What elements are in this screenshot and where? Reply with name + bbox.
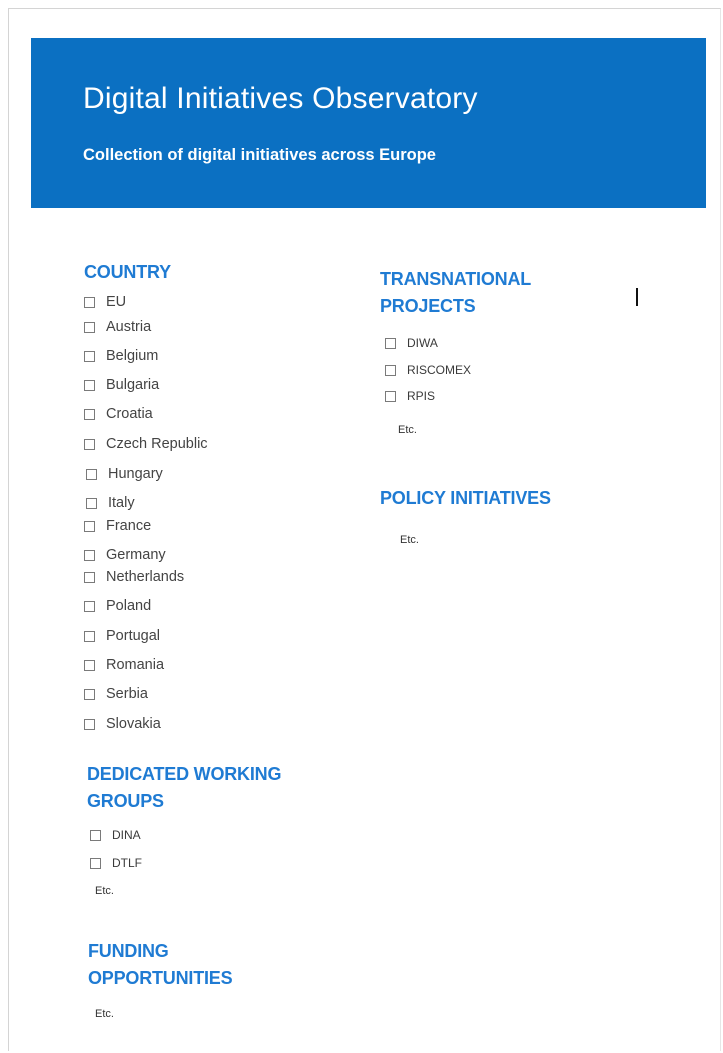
working-groups-etc: Etc. <box>95 885 114 897</box>
country-checkbox-czech-republic[interactable]: Czech Republic <box>84 435 208 453</box>
working-groups-heading-line2: GROUPS <box>87 791 164 811</box>
checkbox-label: RPIS <box>407 389 436 403</box>
checkbox-box[interactable] <box>385 364 396 376</box>
country-checkbox-france[interactable]: France <box>84 517 151 535</box>
checkbox-label: Slovakia <box>106 716 161 732</box>
funding-heading-line1: FUNDING <box>88 941 169 961</box>
header-banner: Digital Initiatives Observatory Collecti… <box>31 38 706 208</box>
checkbox-label: France <box>106 518 152 534</box>
country-checkbox-bulgaria[interactable]: Bulgaria <box>84 376 159 394</box>
checkbox-box[interactable] <box>84 571 95 583</box>
checkbox-label: DINA <box>112 828 141 842</box>
page-subtitle: Collection of digital initiatives across… <box>83 146 436 164</box>
funding-heading: FUNDING OPPORTUNITIES <box>88 938 233 992</box>
checkbox-box[interactable] <box>84 630 95 642</box>
checkbox-box[interactable] <box>90 829 101 841</box>
checkbox-box[interactable] <box>84 549 95 561</box>
checkbox-label: Italy <box>108 495 135 511</box>
checkbox-label: Austria <box>106 319 152 335</box>
working-groups-heading-line1: DEDICATED WORKING <box>87 764 282 784</box>
checkbox-label: EU <box>106 294 127 310</box>
checkbox-box[interactable] <box>385 390 396 402</box>
country-checkbox-eu[interactable]: EU <box>84 293 126 311</box>
checkbox-box[interactable] <box>84 296 95 308</box>
country-checkbox-croatia[interactable]: Croatia <box>84 405 153 423</box>
page-title: Digital Initiatives Observatory <box>83 82 478 115</box>
working-group-checkbox-dina[interactable]: DINA <box>90 826 141 844</box>
checkbox-box[interactable] <box>84 379 95 391</box>
country-checkbox-hungary[interactable]: Hungary <box>86 465 163 483</box>
checkbox-label: Romania <box>106 657 165 673</box>
checkbox-label: Belgium <box>106 348 159 364</box>
checkbox-box[interactable] <box>84 688 95 700</box>
checkbox-label: DIWA <box>407 336 438 350</box>
transnational-heading: TRANSNATIONAL PROJECTS <box>380 266 531 320</box>
project-checkbox-diwa[interactable]: DIWA <box>385 334 438 352</box>
country-checkbox-netherlands[interactable]: Netherlands <box>84 568 184 586</box>
project-checkbox-rpis[interactable]: RPIS <box>385 387 435 405</box>
country-checkbox-romania[interactable]: Romania <box>84 656 164 674</box>
checkbox-label: RISCOMEX <box>407 363 472 377</box>
checkbox-box[interactable] <box>86 497 97 509</box>
checkbox-box[interactable] <box>385 337 396 349</box>
checkbox-box[interactable] <box>84 659 95 671</box>
country-checkbox-slovakia[interactable]: Slovakia <box>84 715 161 733</box>
checkbox-box[interactable] <box>84 438 95 450</box>
checkbox-box[interactable] <box>86 468 97 480</box>
text-cursor-icon <box>636 288 638 306</box>
country-heading: COUNTRY <box>84 262 171 282</box>
country-checkbox-poland[interactable]: Poland <box>84 597 151 615</box>
checkbox-label: Portugal <box>106 628 161 644</box>
checkbox-box[interactable] <box>84 350 95 362</box>
checkbox-label: Poland <box>106 598 152 614</box>
checkbox-label: Croatia <box>106 406 153 422</box>
project-checkbox-riscomex[interactable]: RISCOMEX <box>385 361 471 379</box>
country-checkbox-belgium[interactable]: Belgium <box>84 347 158 365</box>
country-checkbox-germany[interactable]: Germany <box>84 546 166 564</box>
policy-etc: Etc. <box>400 534 419 546</box>
checkbox-label: Bulgaria <box>106 377 160 393</box>
checkbox-box[interactable] <box>84 718 95 730</box>
country-checkbox-italy[interactable]: Italy <box>86 494 135 512</box>
transnational-heading-line2: PROJECTS <box>380 296 476 316</box>
transnational-etc: Etc. <box>398 424 417 436</box>
checkbox-box[interactable] <box>90 857 101 869</box>
checkbox-box[interactable] <box>84 321 95 333</box>
policy-heading: POLICY INITIATIVES <box>380 488 551 508</box>
checkbox-box[interactable] <box>84 520 95 532</box>
checkbox-box[interactable] <box>84 600 95 612</box>
checkbox-label: Netherlands <box>106 569 185 585</box>
funding-etc: Etc. <box>95 1008 114 1020</box>
transnational-heading-line1: TRANSNATIONAL <box>380 269 532 289</box>
working-groups-heading: DEDICATED WORKING GROUPS <box>87 761 281 815</box>
funding-heading-line2: OPPORTUNITIES <box>88 968 233 988</box>
working-group-checkbox-dtlf[interactable]: DTLF <box>90 854 142 872</box>
checkbox-box[interactable] <box>84 408 95 420</box>
country-checkbox-serbia[interactable]: Serbia <box>84 685 148 703</box>
checkbox-label: Hungary <box>108 466 163 482</box>
checkbox-label: Germany <box>106 547 166 563</box>
checkbox-label: Czech Republic <box>106 436 208 452</box>
country-checkbox-austria[interactable]: Austria <box>84 318 151 336</box>
country-checkbox-portugal[interactable]: Portugal <box>84 627 160 645</box>
checkbox-label: DTLF <box>112 856 142 870</box>
checkbox-label: Serbia <box>106 686 148 702</box>
